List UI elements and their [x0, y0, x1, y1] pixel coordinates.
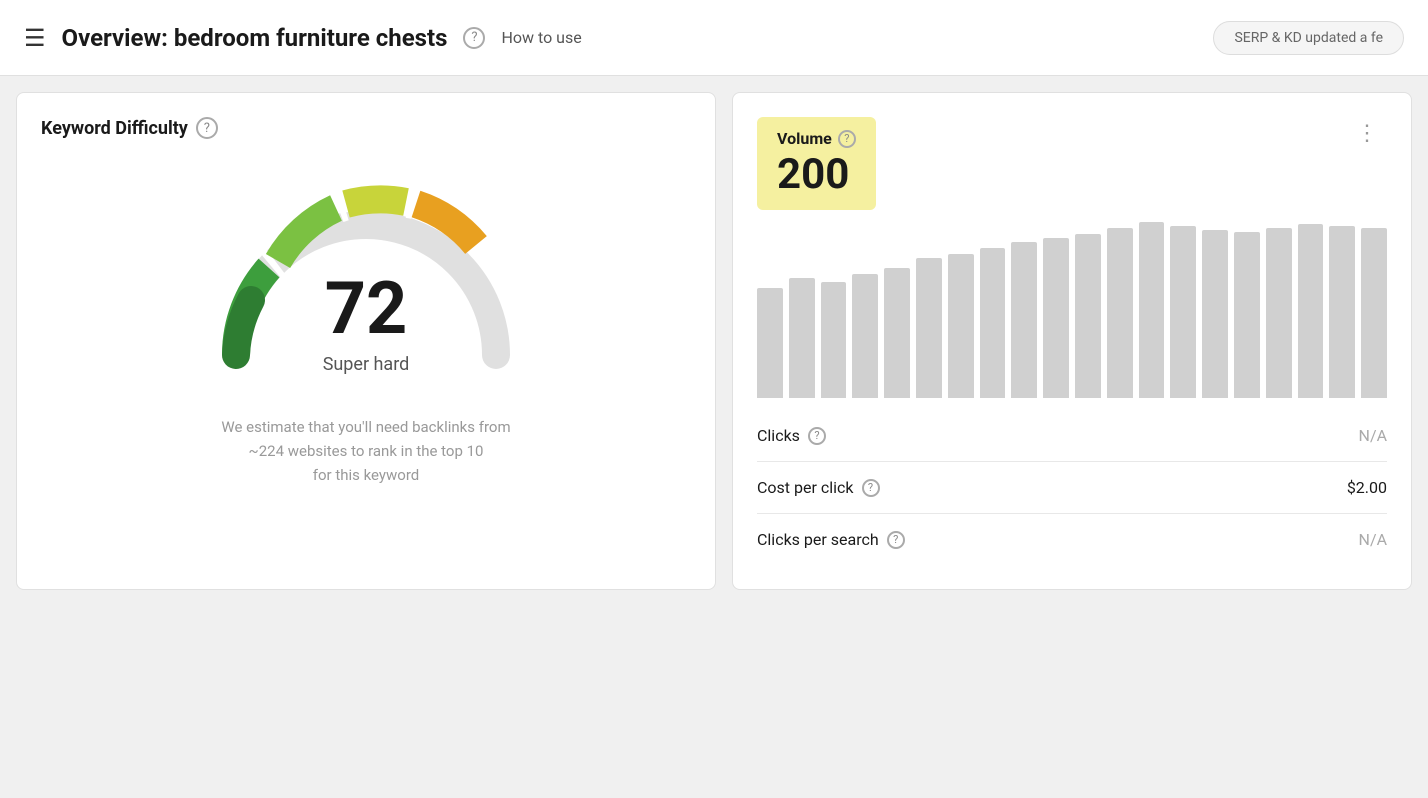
chart-bar	[1266, 228, 1292, 398]
hamburger-icon[interactable]: ☰	[24, 24, 46, 52]
chart-bar	[1107, 228, 1133, 398]
chart-bar	[980, 248, 1006, 398]
main-content: Keyword Difficulty ?	[0, 76, 1428, 606]
gauge-score: 72	[325, 273, 408, 345]
chart-bar	[852, 274, 878, 398]
chart-bar	[1234, 232, 1260, 398]
volume-label-row: Volume ?	[777, 129, 856, 148]
volume-card-header: Volume ? 200 ⋮	[757, 117, 1387, 210]
cpc-label-row: Cost per click ?	[757, 478, 880, 497]
kd-help-icon[interactable]: ?	[196, 117, 218, 139]
chart-bar	[1202, 230, 1228, 398]
chart-bar	[1011, 242, 1037, 398]
cps-row: Clicks per search ? N/A	[757, 514, 1387, 565]
chart-bar	[821, 282, 847, 398]
cps-value: N/A	[1359, 530, 1387, 549]
chart-bar	[916, 258, 942, 398]
serp-badge: SERP & KD updated a fe	[1213, 21, 1404, 55]
chart-bar	[884, 268, 910, 398]
clicks-label: Clicks	[757, 426, 800, 445]
keyword-difficulty-card: Keyword Difficulty ?	[16, 92, 716, 590]
volume-help-icon[interactable]: ?	[838, 130, 856, 148]
chart-bar	[1329, 226, 1355, 398]
how-to-use-link[interactable]: How to use	[501, 28, 581, 47]
volume-box: Volume ? 200	[757, 117, 876, 210]
cps-label: Clicks per search	[757, 530, 879, 549]
chart-bar	[1139, 222, 1165, 398]
header-help-icon[interactable]: ?	[463, 27, 485, 49]
volume-bar-chart	[757, 222, 1387, 402]
cps-label-row: Clicks per search ?	[757, 530, 905, 549]
page-title: Overview: bedroom furniture chests	[62, 24, 448, 52]
more-options-icon[interactable]: ⋮	[1348, 117, 1387, 150]
chart-bar	[1043, 238, 1069, 398]
gauge-container: 72 Super hard	[196, 165, 536, 385]
chart-bar	[1075, 234, 1101, 398]
volume-value: 200	[777, 152, 856, 198]
cpc-label: Cost per click	[757, 478, 854, 497]
clicks-value: N/A	[1359, 426, 1387, 445]
gauge-difficulty-label: Super hard	[323, 354, 410, 375]
chart-bar	[948, 254, 974, 398]
chart-bar	[1361, 228, 1387, 398]
cpc-value: $2.00	[1347, 478, 1387, 497]
clicks-label-row: Clicks ?	[757, 426, 826, 445]
cpc-row: Cost per click ? $2.00	[757, 462, 1387, 514]
clicks-help-icon[interactable]: ?	[808, 427, 826, 445]
volume-label: Volume	[777, 129, 832, 148]
chart-bar	[789, 278, 815, 398]
kd-card-title: Keyword Difficulty	[41, 118, 188, 139]
chart-bar	[1170, 226, 1196, 398]
volume-card: Volume ? 200 ⋮ Clicks ? N/A Cost per cli…	[732, 92, 1412, 590]
cps-help-icon[interactable]: ?	[887, 531, 905, 549]
chart-bar	[1298, 224, 1324, 398]
header: ☰ Overview: bedroom furniture chests ? H…	[0, 0, 1428, 76]
cpc-help-icon[interactable]: ?	[862, 479, 880, 497]
gauge-description: We estimate that you'll need backlinks f…	[221, 415, 510, 487]
chart-bar	[757, 288, 783, 398]
card-header: Keyword Difficulty ?	[41, 117, 218, 139]
clicks-row: Clicks ? N/A	[757, 410, 1387, 462]
